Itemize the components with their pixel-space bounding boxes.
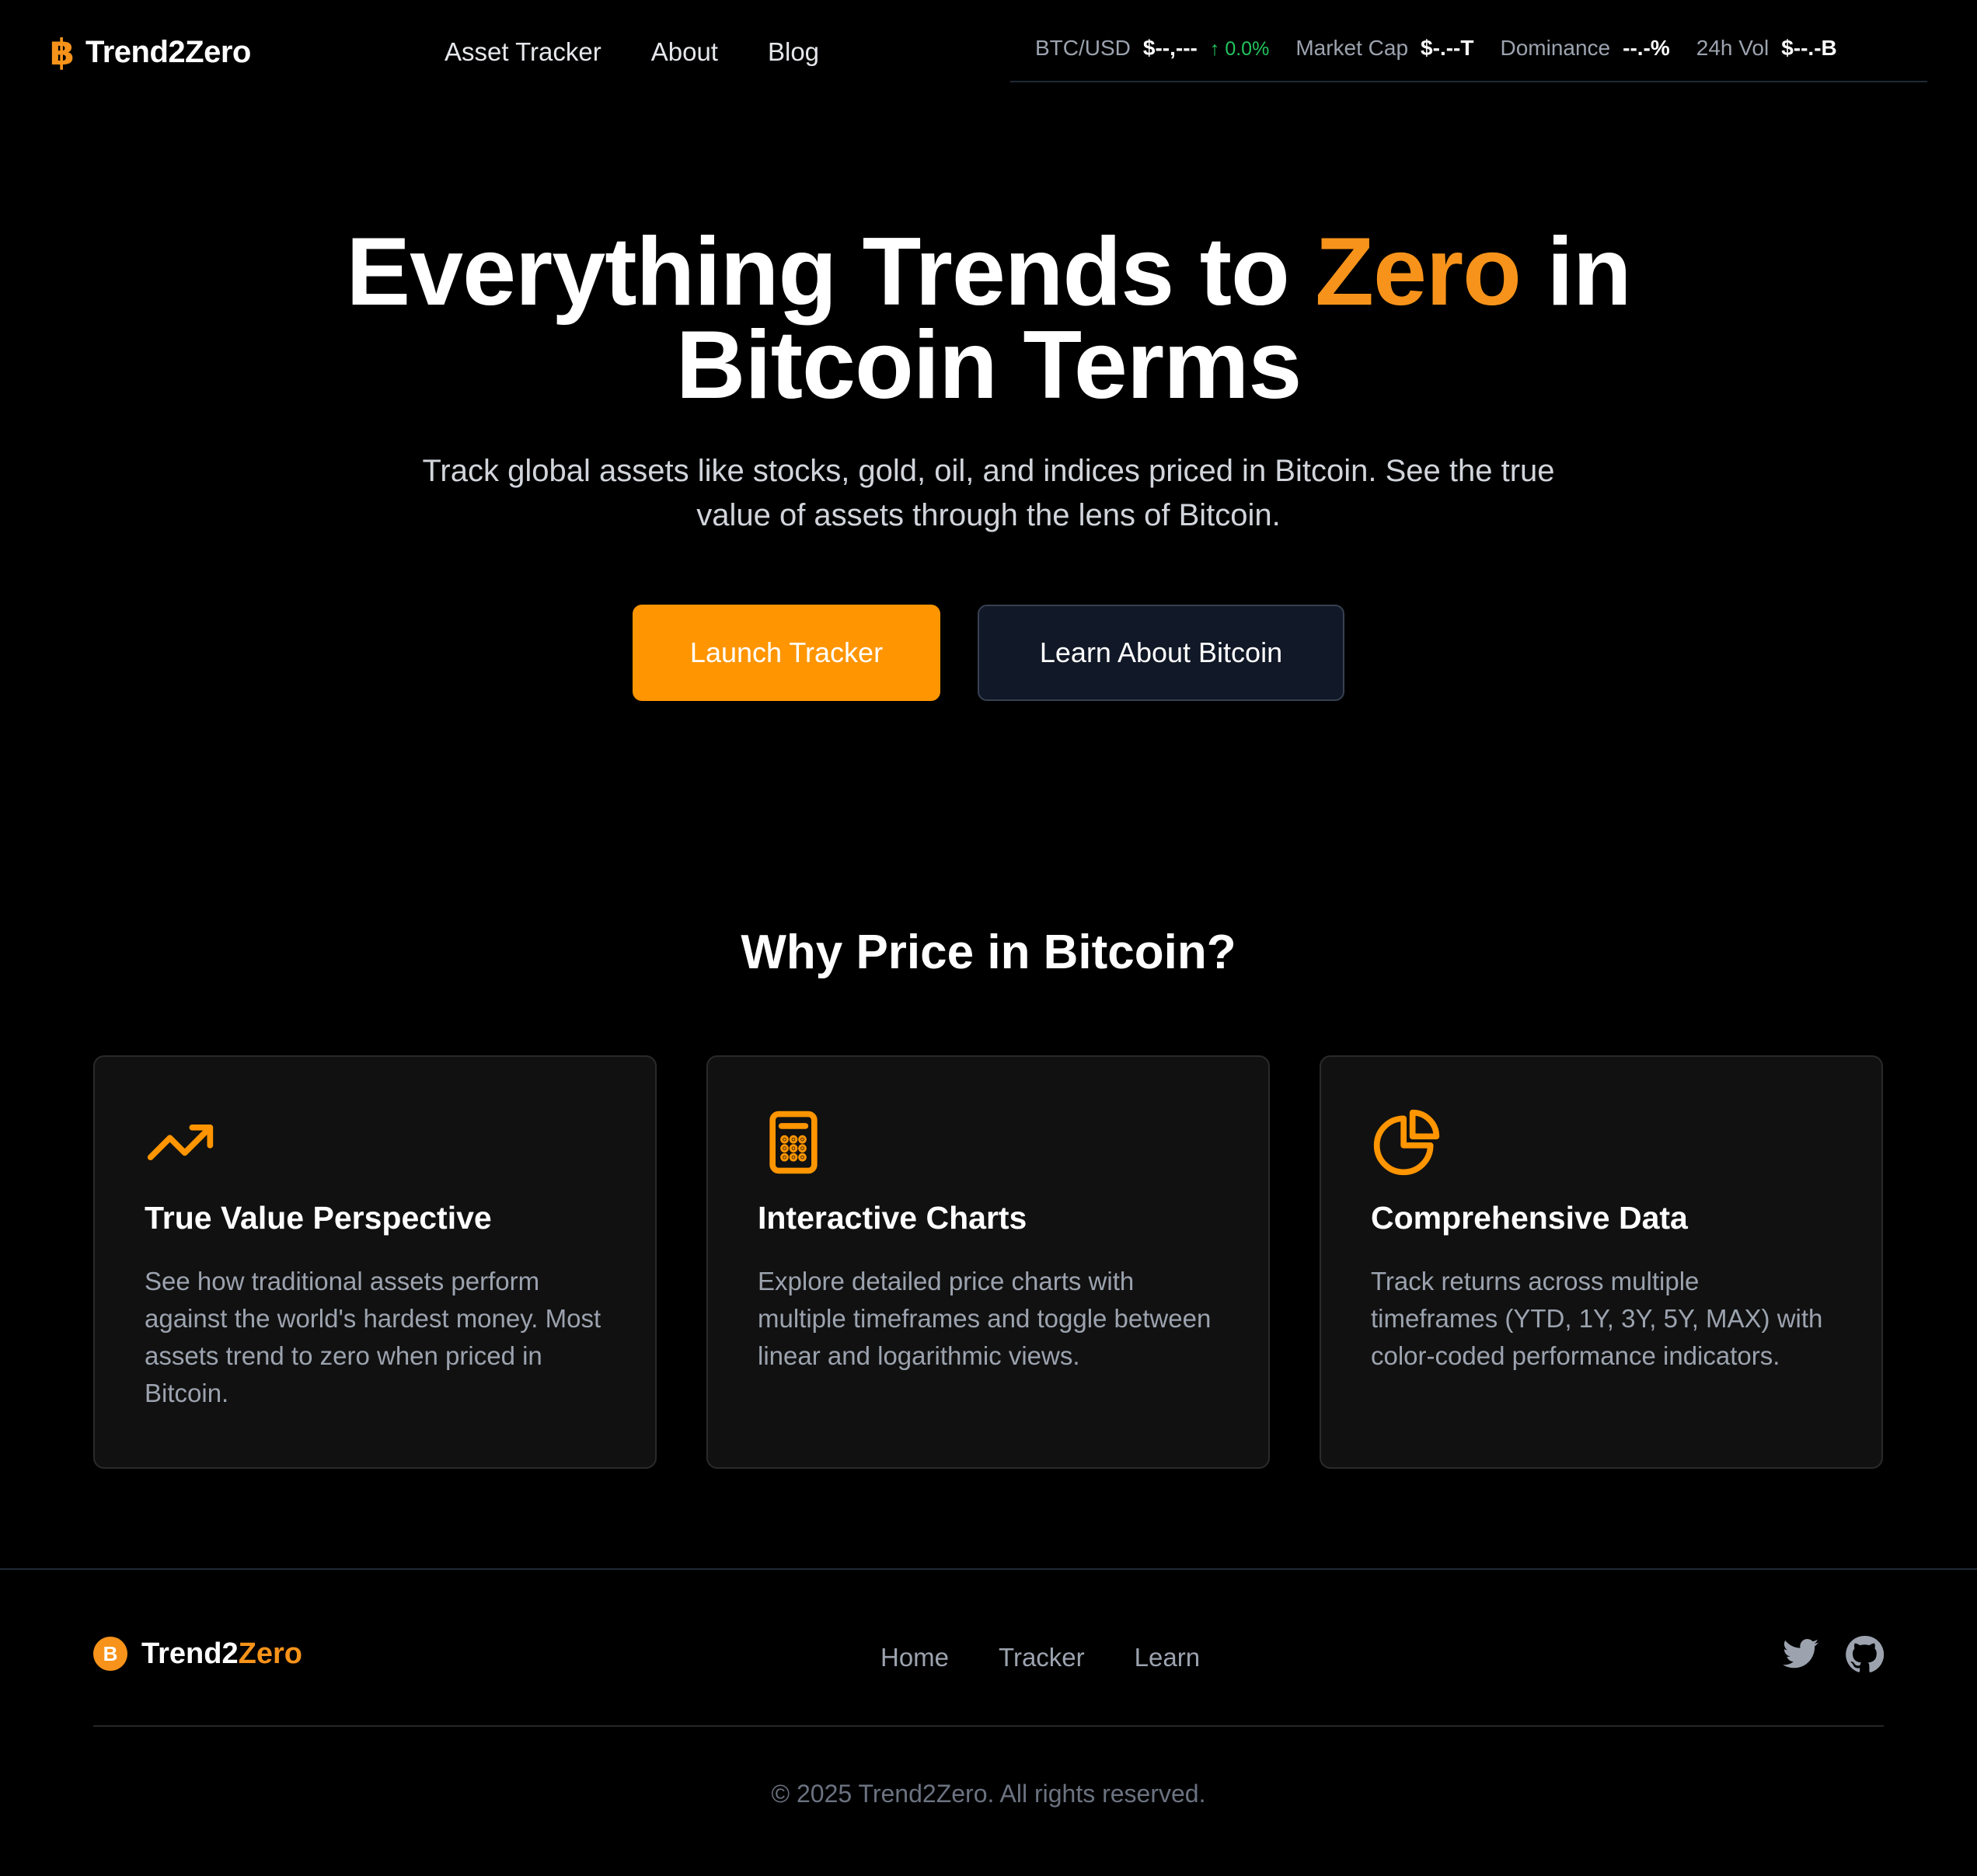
- feature-card-body: See how traditional assets perform again…: [145, 1267, 601, 1407]
- ticker-value: $--.-B: [1781, 36, 1837, 60]
- footer-brand[interactable]: B Trend2Zero: [93, 1637, 302, 1671]
- nav-blog[interactable]: Blog: [768, 37, 819, 67]
- footer-link-learn[interactable]: Learn: [1135, 1643, 1200, 1672]
- feature-card-title: Interactive Charts: [758, 1200, 1027, 1236]
- hero-title-accent: Zero: [1315, 218, 1522, 326]
- footer-brand-part1: Trend2: [141, 1637, 239, 1670]
- footer-links: Home Tracker Learn: [880, 1643, 1200, 1672]
- feature-card-title: Comprehensive Data: [1371, 1200, 1688, 1236]
- footer-divider: [93, 1725, 1884, 1727]
- landing-page: ฿ Trend2Zero Asset Tracker About Blog BT…: [0, 0, 1977, 1876]
- launch-tracker-button[interactable]: Launch Tracker: [633, 605, 940, 701]
- feature-cards: True Value Perspective See how tradition…: [93, 1055, 1884, 1469]
- social-links: [1781, 1635, 1884, 1674]
- main-nav: Asset Tracker About Blog: [445, 37, 819, 67]
- hero-title: Everything Trends to Zero in Bitcoin Ter…: [0, 224, 1977, 413]
- feature-card: True Value Perspective See how tradition…: [93, 1055, 657, 1469]
- copyright-text: © 2025 Trend2Zero. All rights reserved.: [771, 1780, 1206, 1808]
- ticker-dominance: Dominance --.-%: [1500, 36, 1669, 61]
- ticker-label: Dominance: [1500, 36, 1611, 60]
- features-title: Why Price in Bitcoin?: [741, 926, 1236, 979]
- ticker-value: $-.--T: [1421, 36, 1474, 60]
- nav-about[interactable]: About: [651, 37, 718, 67]
- bitcoin-icon: ฿: [50, 32, 75, 72]
- hero-subtitle: Track global assets like stocks, gold, o…: [422, 454, 1555, 532]
- footer-brand-accent: Zero: [238, 1637, 302, 1670]
- ticker-label: Market Cap: [1295, 36, 1409, 60]
- hero-title-part2: in: [1520, 218, 1631, 326]
- site-header: ฿ Trend2Zero Asset Tracker About Blog BT…: [0, 0, 1977, 109]
- ticker-value: --.-%: [1623, 36, 1670, 60]
- feature-card-body: Explore detailed price charts with multi…: [758, 1267, 1212, 1370]
- ticker-btc-usd: BTC/USD $--,--- ↑ 0.0%: [1035, 36, 1269, 61]
- brand-name: Trend2Zero: [85, 34, 251, 69]
- footer-link-tracker[interactable]: Tracker: [999, 1643, 1085, 1672]
- cta-row: Launch Tracker Learn About Bitcoin: [0, 605, 1977, 701]
- hero-title-part1: Everything Trends to: [346, 218, 1316, 326]
- learn-about-bitcoin-button[interactable]: Learn About Bitcoin: [978, 605, 1344, 701]
- feature-card-title: True Value Perspective: [145, 1200, 492, 1236]
- hero-title-line2: Bitcoin Terms: [675, 312, 1302, 419]
- ticker-label: 24h Vol: [1696, 36, 1770, 60]
- site-footer: B Trend2Zero Home Tracker Learn: [93, 1632, 1884, 1686]
- brand-logo[interactable]: ฿ Trend2Zero: [50, 34, 251, 70]
- feature-card: Comprehensive Data Track returns across …: [1320, 1055, 1883, 1469]
- footer-link-home[interactable]: Home: [880, 1643, 949, 1672]
- bitcoin-coin-icon: B: [93, 1637, 127, 1671]
- twitter-icon[interactable]: [1781, 1635, 1820, 1674]
- ticker-24h-volume: 24h Vol $--.-B: [1696, 36, 1837, 61]
- market-ticker: BTC/USD $--,--- ↑ 0.0% Market Cap $-.--T…: [1010, 36, 1927, 82]
- ticker-label: BTC/USD: [1035, 36, 1131, 60]
- calculator-icon: [769, 1111, 818, 1174]
- github-icon[interactable]: [1845, 1635, 1884, 1674]
- feature-card: Interactive Charts Explore detailed pric…: [706, 1055, 1270, 1469]
- ticker-market-cap: Market Cap $-.--T: [1295, 36, 1473, 61]
- footer-top-divider: [0, 1568, 1977, 1570]
- trending-up-icon: [147, 1125, 214, 1160]
- nav-asset-tracker[interactable]: Asset Tracker: [445, 37, 601, 67]
- pie-chart-icon: [1373, 1109, 1440, 1176]
- feature-card-body: Track returns across multiple timeframes…: [1371, 1267, 1823, 1370]
- footer-brand-name: Trend2Zero: [141, 1637, 302, 1671]
- ticker-change: ↑ 0.0%: [1209, 38, 1270, 60]
- ticker-value: $--,---: [1142, 36, 1198, 60]
- hero-section: Everything Trends to Zero in Bitcoin Ter…: [0, 224, 1977, 538]
